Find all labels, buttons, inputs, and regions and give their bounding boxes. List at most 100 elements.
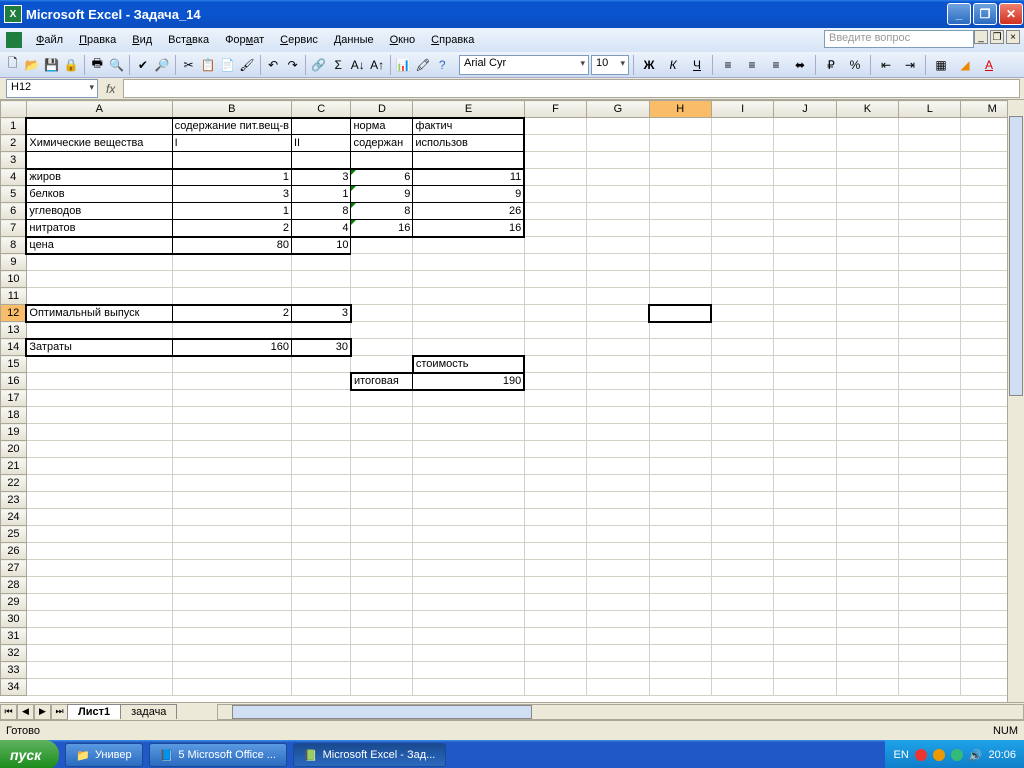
cell-B6[interactable]: 1 — [172, 203, 291, 220]
merge-icon[interactable]: ⬌ — [789, 54, 811, 76]
row-header-27[interactable]: 27 — [1, 560, 27, 577]
cell-L23[interactable] — [899, 492, 961, 509]
row-header-22[interactable]: 22 — [1, 475, 27, 492]
cell-J7[interactable] — [774, 220, 836, 237]
cell-A34[interactable] — [26, 679, 172, 696]
cell-B29[interactable] — [172, 594, 291, 611]
cell-D32[interactable] — [351, 645, 413, 662]
cell-D1[interactable]: норма — [351, 118, 413, 135]
col-header-I[interactable]: I — [711, 101, 773, 118]
cell-H25[interactable] — [649, 526, 711, 543]
cell-J12[interactable] — [774, 305, 836, 322]
decrease-indent-icon[interactable]: ⇤ — [875, 54, 897, 76]
cell-H17[interactable] — [649, 390, 711, 407]
cell-B20[interactable] — [172, 441, 291, 458]
cell-A3[interactable] — [26, 152, 172, 169]
cell-B9[interactable] — [172, 254, 291, 271]
system-tray[interactable]: EN 🔊 20:06 — [885, 740, 1024, 768]
cell-B24[interactable] — [172, 509, 291, 526]
cell-E27[interactable] — [413, 560, 524, 577]
row-header-7[interactable]: 7 — [1, 220, 27, 237]
cell-I12[interactable] — [711, 305, 773, 322]
close-button[interactable]: ✕ — [999, 3, 1023, 25]
cell-I34[interactable] — [711, 679, 773, 696]
preview-icon[interactable]: 🔍 — [108, 54, 125, 76]
cell-I4[interactable] — [711, 169, 773, 186]
cell-J17[interactable] — [774, 390, 836, 407]
cell-D11[interactable] — [351, 288, 413, 305]
cell-L24[interactable] — [899, 509, 961, 526]
cell-C7[interactable]: 4 — [291, 220, 351, 237]
cell-K20[interactable] — [836, 441, 898, 458]
cell-G28[interactable] — [587, 577, 649, 594]
cell-C33[interactable] — [291, 662, 351, 679]
cell-E11[interactable] — [413, 288, 524, 305]
cell-G22[interactable] — [587, 475, 649, 492]
col-header-J[interactable]: J — [774, 101, 836, 118]
cell-D19[interactable] — [351, 424, 413, 441]
cell-D4[interactable]: 6 — [351, 169, 413, 186]
row-header-20[interactable]: 20 — [1, 441, 27, 458]
cell-C21[interactable] — [291, 458, 351, 475]
sort-asc-icon[interactable]: A↓ — [349, 54, 366, 76]
cell-F28[interactable] — [524, 577, 586, 594]
cell-D7[interactable]: 16 — [351, 220, 413, 237]
cell-L22[interactable] — [899, 475, 961, 492]
cell-F18[interactable] — [524, 407, 586, 424]
cell-L8[interactable] — [899, 237, 961, 254]
cell-G15[interactable] — [587, 356, 649, 373]
paste-icon[interactable]: 📄 — [219, 54, 236, 76]
cell-L13[interactable] — [899, 322, 961, 339]
cell-F3[interactable] — [524, 152, 586, 169]
cell-A26[interactable] — [26, 543, 172, 560]
cell-F6[interactable] — [524, 203, 586, 220]
italic-icon[interactable]: К — [662, 54, 684, 76]
cell-B4[interactable]: 1 — [172, 169, 291, 186]
bold-icon[interactable]: Ж — [638, 54, 660, 76]
mdi-restore[interactable]: ❐ — [990, 30, 1004, 44]
cell-E28[interactable] — [413, 577, 524, 594]
cut-icon[interactable]: ✂ — [180, 54, 197, 76]
drawing-icon[interactable]: 🖍 — [414, 54, 431, 76]
cell-H21[interactable] — [649, 458, 711, 475]
cell-F15[interactable] — [524, 356, 586, 373]
cell-A15[interactable] — [26, 356, 172, 373]
col-header-B[interactable]: B — [172, 101, 291, 118]
cell-I22[interactable] — [711, 475, 773, 492]
cell-H4[interactable] — [649, 169, 711, 186]
cell-K3[interactable] — [836, 152, 898, 169]
cell-F8[interactable] — [524, 237, 586, 254]
cell-E33[interactable] — [413, 662, 524, 679]
cell-I7[interactable] — [711, 220, 773, 237]
cell-D27[interactable] — [351, 560, 413, 577]
cell-F27[interactable] — [524, 560, 586, 577]
cell-B34[interactable] — [172, 679, 291, 696]
new-icon[interactable]: 🗋 — [4, 54, 21, 76]
cell-C14[interactable]: 30 — [291, 339, 351, 356]
cell-H32[interactable] — [649, 645, 711, 662]
font-combo[interactable]: Arial Cyr — [459, 55, 589, 75]
cell-K19[interactable] — [836, 424, 898, 441]
cell-I21[interactable] — [711, 458, 773, 475]
cell-J19[interactable] — [774, 424, 836, 441]
cell-K24[interactable] — [836, 509, 898, 526]
cell-H26[interactable] — [649, 543, 711, 560]
maximize-button[interactable]: ❐ — [973, 3, 997, 25]
cell-L5[interactable] — [899, 186, 961, 203]
cell-D3[interactable] — [351, 152, 413, 169]
cell-C9[interactable] — [291, 254, 351, 271]
cell-A29[interactable] — [26, 594, 172, 611]
cell-J16[interactable] — [774, 373, 836, 390]
increase-indent-icon[interactable]: ⇥ — [899, 54, 921, 76]
formula-input[interactable] — [123, 79, 1020, 98]
cell-E23[interactable] — [413, 492, 524, 509]
cell-H22[interactable] — [649, 475, 711, 492]
cell-H13[interactable] — [649, 322, 711, 339]
row-header-1[interactable]: 1 — [1, 118, 27, 135]
row-header-18[interactable]: 18 — [1, 407, 27, 424]
cell-K1[interactable] — [836, 118, 898, 135]
cell-I20[interactable] — [711, 441, 773, 458]
cell-I31[interactable] — [711, 628, 773, 645]
cell-I32[interactable] — [711, 645, 773, 662]
cell-F29[interactable] — [524, 594, 586, 611]
